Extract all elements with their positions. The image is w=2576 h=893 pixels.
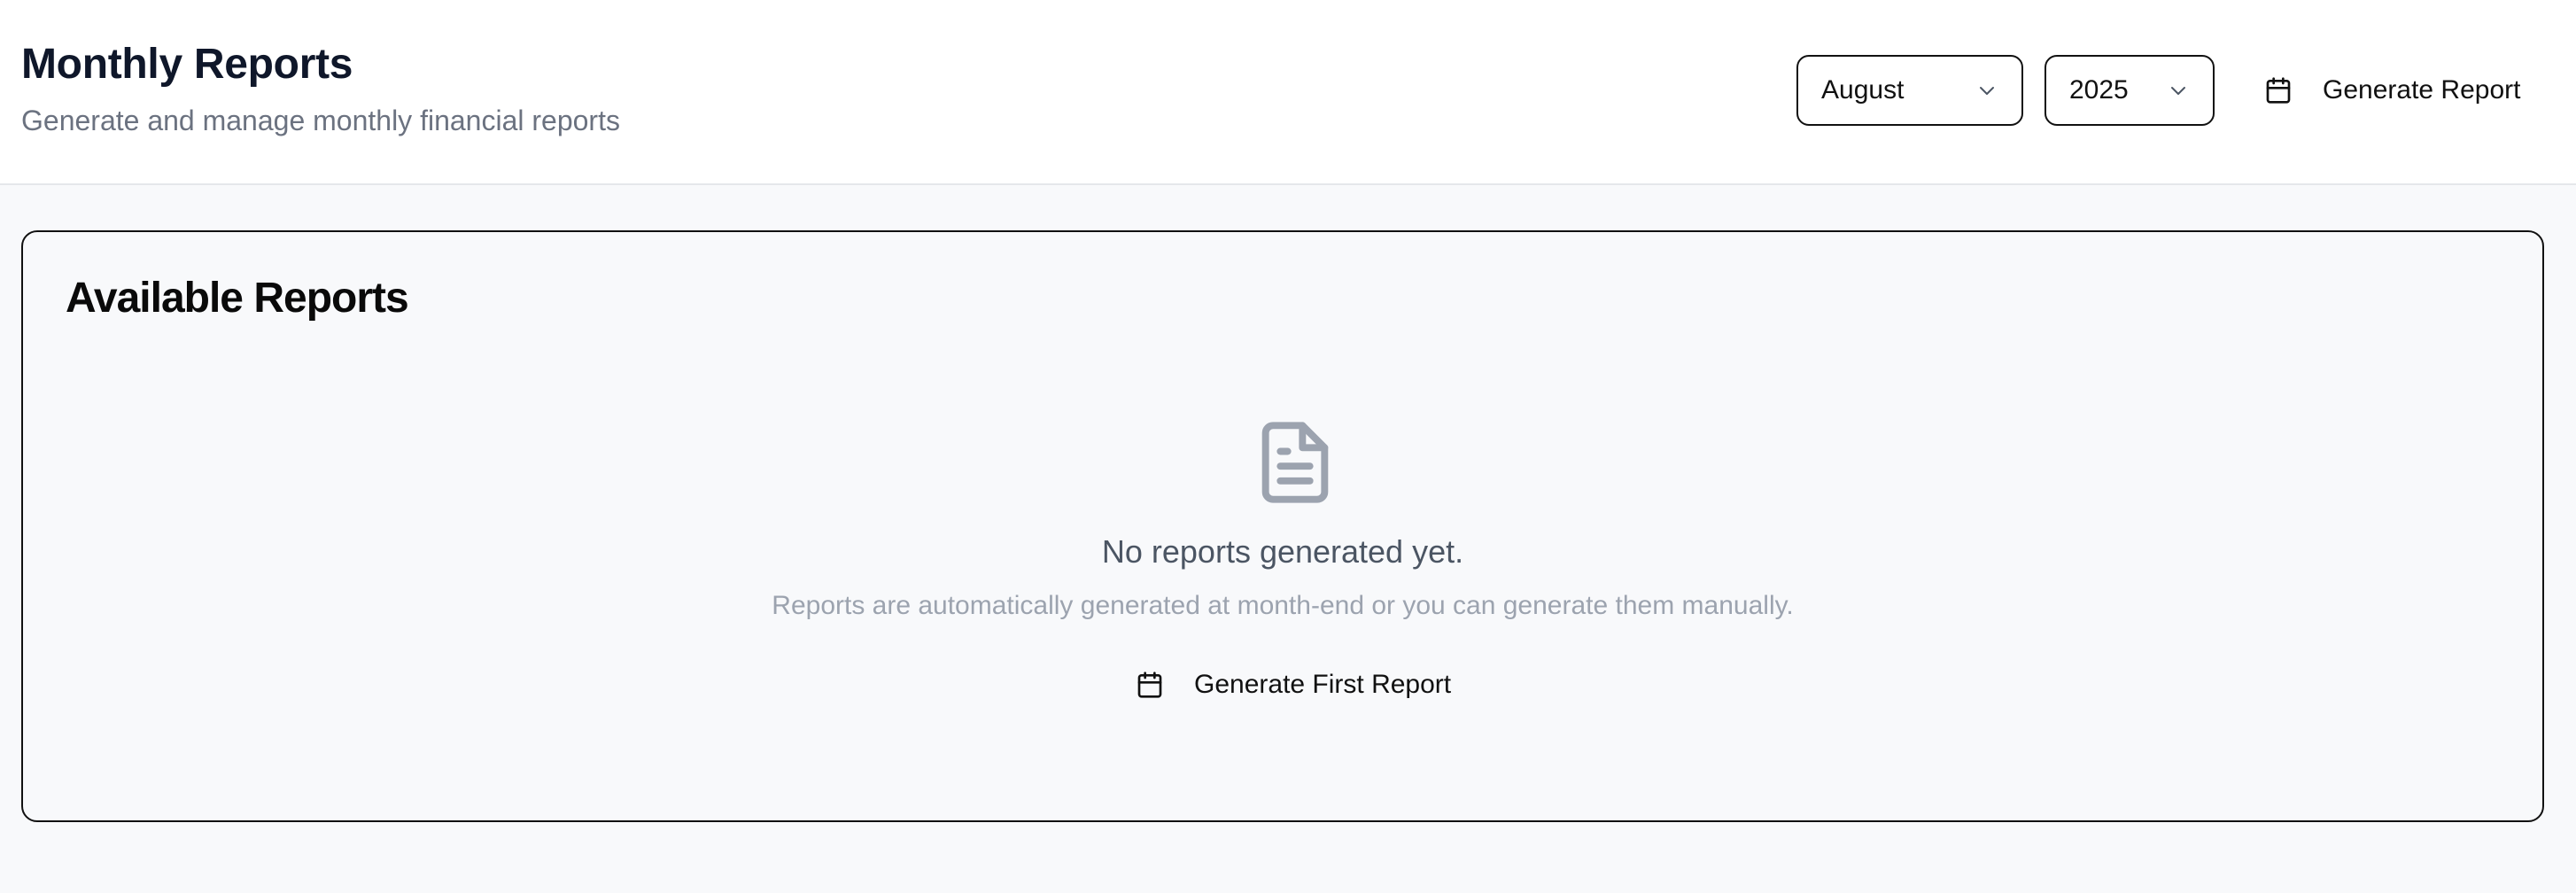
page-header: Monthly Reports Generate and manage mont… <box>0 0 2576 185</box>
generate-report-button[interactable]: Generate Report <box>2250 55 2533 126</box>
chevron-down-icon <box>2167 79 2190 102</box>
month-select[interactable]: August <box>1796 55 2023 126</box>
available-reports-card: Available Reports No reports generated y… <box>21 230 2544 822</box>
month-select-value: August <box>1821 75 1905 105</box>
empty-state-description: Reports are automatically generated at m… <box>772 591 1794 620</box>
document-icon <box>1251 418 1339 507</box>
year-select-value: 2025 <box>2069 75 2129 105</box>
empty-state-title: No reports generated yet. <box>1101 533 1464 570</box>
page-title: Monthly Reports <box>21 41 353 88</box>
calendar-icon <box>2264 76 2293 105</box>
generate-first-report-button[interactable]: Generate First Report <box>1121 654 1476 716</box>
generate-report-label: Generate Report <box>2323 75 2521 105</box>
calendar-icon <box>1136 671 1164 699</box>
generate-first-report-label: Generate First Report <box>1194 670 1452 699</box>
page-subtitle: Generate and manage monthly financial re… <box>21 105 620 136</box>
card-title: Available Reports <box>66 275 409 322</box>
year-select[interactable]: 2025 <box>2045 55 2215 126</box>
chevron-down-icon <box>1975 79 1998 102</box>
